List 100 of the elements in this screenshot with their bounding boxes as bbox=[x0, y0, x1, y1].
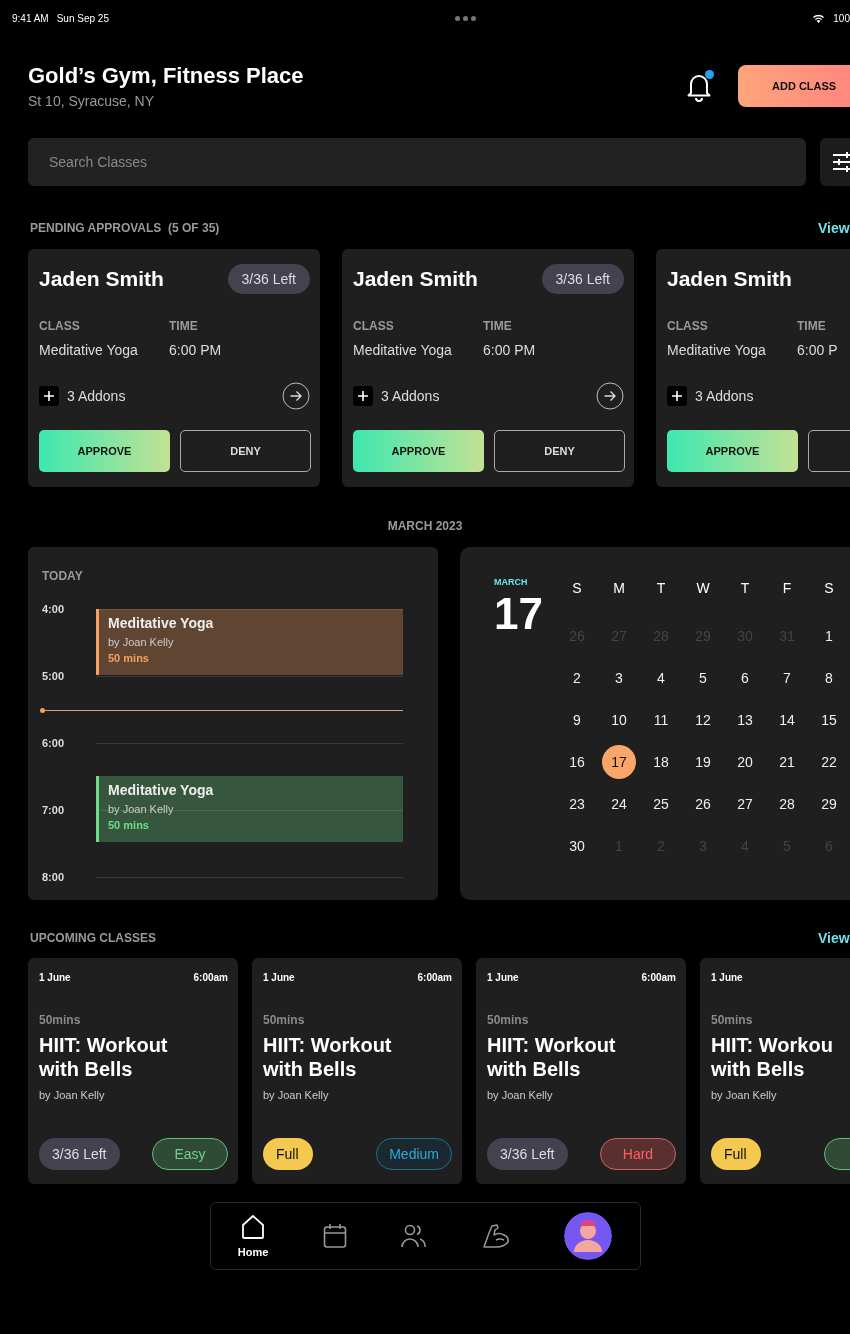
class-card[interactable]: 1 June 6:00am 50mins HIIT: Workout with Bells by Joan Kelly 3/36 Left Hard bbox=[476, 958, 686, 1184]
weekday-label: S bbox=[823, 579, 835, 598]
plus-icon[interactable] bbox=[667, 386, 687, 406]
calendar-day[interactable]: 14 bbox=[770, 703, 804, 737]
calendar-day[interactable]: 15 bbox=[812, 703, 846, 737]
class-title: HIIT: Workout with Bells bbox=[487, 1033, 617, 1081]
calendar-day[interactable]: 26 bbox=[686, 787, 720, 821]
approve-button[interactable]: APPROVE bbox=[353, 430, 484, 472]
calendar-day[interactable]: 29 bbox=[812, 787, 846, 821]
calendar-day[interactable]: 7 bbox=[770, 661, 804, 695]
view-all-link[interactable]: View bbox=[818, 930, 850, 946]
calendar-day[interactable]: 11 bbox=[644, 703, 678, 737]
spots-left-badge: 3/36 Left bbox=[487, 1138, 568, 1170]
calendar-day[interactable]: 3 bbox=[602, 661, 636, 695]
full-badge: Full bbox=[711, 1138, 761, 1170]
nav-tab[interactable] bbox=[401, 1224, 428, 1248]
class-instructor: by Joan Kelly bbox=[39, 1089, 106, 1101]
class-event[interactable]: Meditative Yoga by Joan Kelly 50 mins bbox=[96, 776, 403, 842]
nav-tab[interactable] bbox=[322, 1223, 347, 1249]
calendar-day[interactable]: 18 bbox=[644, 745, 678, 779]
class-name: Meditative Yoga bbox=[39, 342, 139, 358]
view-all-link[interactable]: View bbox=[818, 220, 850, 236]
class-time: 6:00am bbox=[417, 972, 452, 983]
class-event[interactable]: Meditative Yoga by Joan Kelly 50 mins bbox=[96, 609, 403, 675]
spots-left-badge: 3/36 Left bbox=[541, 264, 624, 294]
section-title: UPCOMING CLASSES bbox=[30, 931, 156, 945]
calendar-day[interactable]: 24 bbox=[602, 787, 636, 821]
add-class-button[interactable]: ADD CLASS bbox=[738, 65, 850, 107]
field-label: TIME bbox=[797, 319, 827, 333]
calendar-day[interactable]: 22 bbox=[812, 745, 846, 779]
calendar-day[interactable]: 19 bbox=[686, 745, 720, 779]
nav-tab[interactable]: Home bbox=[237, 1214, 269, 1258]
hour-label: 6:00 bbox=[42, 736, 66, 751]
calendar-day[interactable]: 4 bbox=[644, 661, 678, 695]
class-card[interactable]: 1 June 50mins HIIT: Workou with Bells by Joan Kelly Full bbox=[700, 958, 850, 1184]
spots-left-badge: 3/36 Left bbox=[227, 264, 310, 294]
field-label: CLASS bbox=[39, 319, 81, 333]
status-date: Sun Sep 25 bbox=[56, 12, 109, 24]
approve-button[interactable]: APPROVE bbox=[667, 430, 798, 472]
nav-tab[interactable] bbox=[564, 1212, 613, 1260]
weekday-label: T bbox=[655, 579, 667, 598]
field-label: CLASS bbox=[667, 319, 709, 333]
weekday-label: M bbox=[612, 579, 626, 598]
selected-day: 17 bbox=[494, 589, 556, 639]
calendar-day[interactable]: 8 bbox=[812, 661, 846, 695]
class-title: HIIT: Workou with Bells bbox=[711, 1033, 834, 1081]
calendar-icon bbox=[322, 1223, 347, 1249]
class-date: 1 June bbox=[39, 972, 71, 983]
calendar-day[interactable]: 6 bbox=[728, 661, 762, 695]
member-name: Jaden Smith bbox=[667, 267, 792, 291]
class-time: 6:00 PM bbox=[483, 342, 536, 358]
class-card[interactable]: 1 June 6:00am 50mins HIIT: Workout with Bells by Joan Kelly 3/36 Left Easy bbox=[28, 958, 238, 1184]
spots-left-badge: 3/36 Left bbox=[39, 1138, 120, 1170]
multitasking-dots-icon[interactable] bbox=[454, 15, 476, 21]
arrow-right-icon[interactable] bbox=[596, 382, 624, 410]
calendar-day[interactable]: 21 bbox=[770, 745, 804, 779]
class-time: 6:00 P bbox=[797, 342, 838, 358]
calendar-day[interactable]: 25 bbox=[644, 787, 678, 821]
calendar-day[interactable]: 12 bbox=[686, 703, 720, 737]
today-label: TODAY bbox=[42, 569, 84, 583]
addons-count: 3 Addons bbox=[381, 388, 441, 404]
avatar-icon bbox=[564, 1212, 613, 1260]
calendar-day[interactable]: 1 bbox=[812, 619, 846, 653]
calendar-day[interactable]: 9 bbox=[560, 703, 594, 737]
nav-tab[interactable] bbox=[481, 1223, 510, 1249]
calendar-day[interactable]: 5 bbox=[686, 661, 720, 695]
flexed-arm-icon bbox=[481, 1223, 510, 1249]
deny-button[interactable]: DENY bbox=[494, 430, 625, 472]
event-title: Meditative Yoga bbox=[108, 615, 215, 631]
class-date: 1 June bbox=[711, 972, 743, 983]
calendar-day[interactable]: 27 bbox=[728, 787, 762, 821]
addons-count: 3 Addons bbox=[695, 388, 755, 404]
event-duration: 50 mins bbox=[108, 819, 150, 831]
class-time: 6:00 PM bbox=[169, 342, 222, 358]
weekday-label: T bbox=[739, 579, 751, 598]
status-time: 9:41 AM bbox=[12, 12, 49, 24]
class-time: 6:00am bbox=[641, 972, 676, 983]
calendar-month: MARCH bbox=[494, 577, 529, 587]
calendar-day[interactable]: 10 bbox=[602, 703, 636, 737]
plus-icon[interactable] bbox=[353, 386, 373, 406]
calendar-day[interactable]: 2 bbox=[560, 661, 594, 695]
calendar-day[interactable]: 20 bbox=[728, 745, 762, 779]
class-title: HIIT: Workout with Bells bbox=[39, 1033, 169, 1081]
calendar-day[interactable]: 17 bbox=[602, 745, 636, 779]
class-title: HIIT: Workout with Bells bbox=[263, 1033, 393, 1081]
member-name: Jaden Smith bbox=[39, 267, 164, 291]
plus-icon[interactable] bbox=[39, 386, 59, 406]
search-field[interactable]: Search Classes bbox=[28, 138, 806, 186]
calendar-day[interactable]: 23 bbox=[560, 787, 594, 821]
calendar-day[interactable]: 13 bbox=[728, 703, 762, 737]
member-name: Jaden Smith bbox=[353, 267, 478, 291]
calendar-day[interactable]: 28 bbox=[770, 787, 804, 821]
calendar-day[interactable]: 16 bbox=[560, 745, 594, 779]
calendar-day[interactable]: 30 bbox=[560, 829, 594, 863]
full-badge: Full bbox=[263, 1138, 313, 1170]
field-label: TIME bbox=[483, 319, 513, 333]
approve-button[interactable]: APPROVE bbox=[39, 430, 170, 472]
arrow-right-icon[interactable] bbox=[282, 382, 310, 410]
deny-button[interactable]: DENY bbox=[180, 430, 311, 472]
class-card[interactable]: 1 June 6:00am 50mins HIIT: Workout with Bells by Joan Kelly Full Medium bbox=[252, 958, 462, 1184]
